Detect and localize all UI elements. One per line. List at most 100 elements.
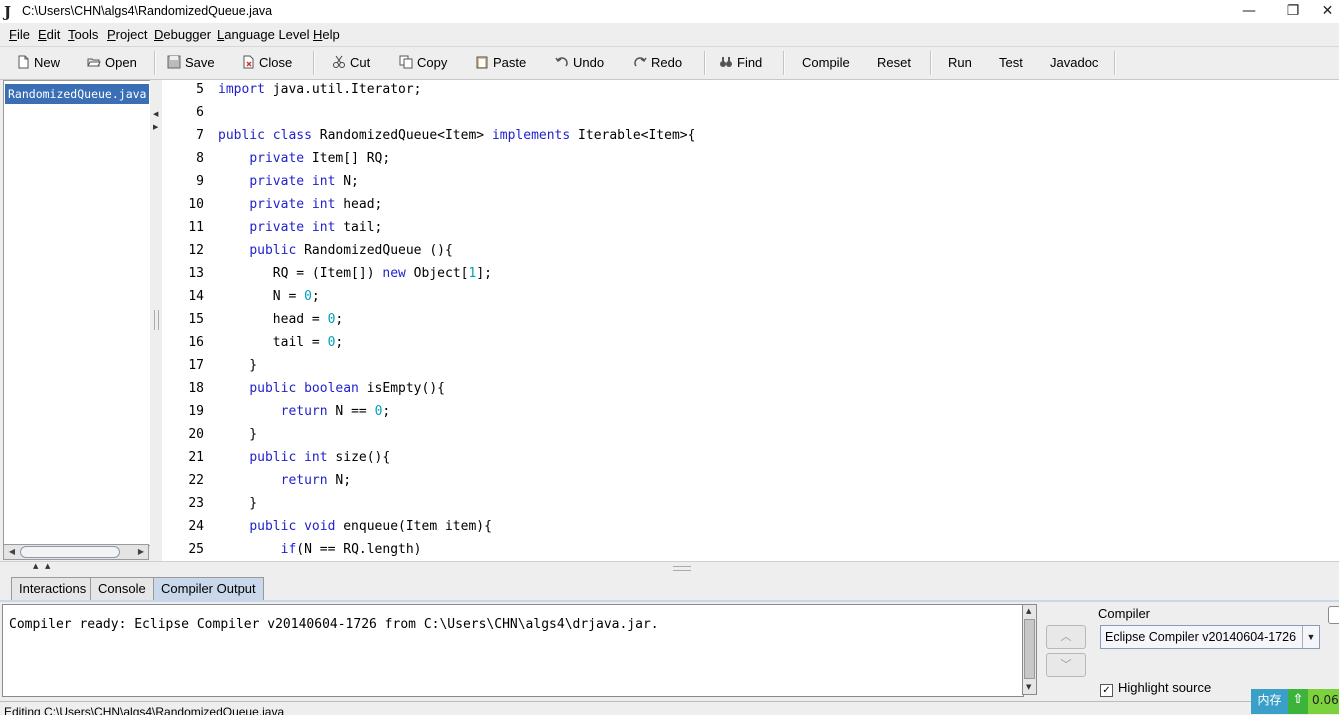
copy-icon [399, 55, 413, 69]
undo-button[interactable]: Undo [555, 53, 604, 73]
code-number: 0 [304, 289, 312, 304]
compiler-select-value: Eclipse Compiler v20140604-1726 [1105, 630, 1297, 644]
new-label: New [34, 55, 61, 70]
code-line: private int head; [218, 197, 382, 212]
cut-button[interactable]: Cut [332, 53, 370, 73]
line-number: 24 [188, 519, 204, 534]
compiler-select[interactable]: Eclipse Compiler v20140604-1726 ▼ [1100, 625, 1320, 649]
code-text: Item[] RQ; [304, 151, 391, 166]
line-number: 11 [188, 220, 204, 235]
scrollbar-thumb[interactable] [20, 546, 120, 558]
highlight-source-checkbox[interactable]: ✓ Highlight source [1100, 680, 1211, 697]
run-button[interactable]: Run [948, 53, 972, 73]
code-line: } [218, 496, 257, 511]
options-box[interactable] [1328, 606, 1339, 624]
highlight-source-label: Highlight source [1118, 680, 1212, 695]
tab-interactions[interactable]: Interactions [11, 577, 95, 601]
scroll-left-icon[interactable]: ◀ [5, 545, 19, 559]
close-label: Close [259, 55, 293, 70]
scrollbar-thumb[interactable] [1024, 619, 1035, 679]
maximize-button[interactable]: ❐ [1270, 0, 1316, 23]
expand-right-icon[interactable]: ▶ [153, 123, 158, 131]
code-keyword: public int [249, 450, 328, 465]
vertical-split-divider[interactable]: ◀ ▶ [150, 80, 161, 562]
code-text: N; [335, 174, 359, 189]
close-button[interactable]: Close [241, 53, 292, 73]
status-bar: Editing C:\Users\CHN\algs4\RandomizedQue… [0, 701, 1339, 715]
reset-button[interactable]: Reset [877, 53, 911, 73]
compiler-output-text: Compiler ready: Eclipse Compiler v201406… [9, 617, 659, 632]
redo-button[interactable]: Redo [633, 53, 682, 73]
close-window-button[interactable]: ✕ [1316, 0, 1339, 23]
code-line: public boolean isEmpty(){ [218, 381, 445, 396]
menu-debugger[interactable]: Debugger [154, 27, 211, 42]
compiler-output-pane[interactable]: Compiler ready: Eclipse Compiler v201406… [2, 604, 1024, 697]
code-text: RQ = (Item[]) [218, 266, 383, 281]
javadoc-button[interactable]: Javadoc [1050, 53, 1098, 73]
line-number: 21 [188, 450, 204, 465]
menu-edit[interactable]: Edit [38, 27, 60, 42]
undo-icon [555, 57, 568, 67]
code-text: ; [382, 404, 391, 419]
split-grip[interactable] [154, 310, 159, 330]
find-button[interactable]: Find [719, 53, 762, 73]
code-editor[interactable]: import java.util.Iterator; public class R… [212, 80, 1339, 561]
split-grip[interactable] [673, 566, 691, 571]
open-button[interactable]: Open [87, 53, 137, 73]
menu-language-level[interactable]: Language Level [217, 27, 310, 42]
save-button[interactable]: Save [167, 53, 215, 73]
document-list-item[interactable]: RandomizedQueue.java [5, 84, 149, 104]
tab-console[interactable]: Console [90, 577, 154, 601]
compiler-label: Compiler [1098, 606, 1151, 621]
next-error-button[interactable]: ﹀ [1046, 653, 1086, 677]
undo-label: Undo [573, 55, 605, 70]
memory-label[interactable]: 内存 [1251, 689, 1288, 714]
code-text: ; [311, 289, 320, 304]
line-number: 7 [196, 128, 204, 143]
document-list: RandomizedQueue.java [3, 80, 151, 546]
collapse-left-icon[interactable]: ◀ [153, 110, 158, 118]
chevron-up-icon: ︿ [1060, 630, 1072, 643]
previous-error-button[interactable]: ︿ [1046, 625, 1086, 649]
scroll-right-icon[interactable]: ▶ [134, 545, 148, 559]
collapse-down-icon[interactable]: ▲ [45, 562, 50, 570]
copy-button[interactable]: Copy [399, 53, 447, 73]
scroll-up-icon[interactable]: ▲ [1026, 607, 1031, 615]
code-line: import java.util.Iterator; [218, 82, 422, 97]
checkbox-checked-icon[interactable]: ✓ [1100, 684, 1113, 697]
tab-compiler-output[interactable]: Compiler Output [153, 577, 264, 601]
code-line: N = 0; [218, 289, 320, 304]
menu-tools[interactable]: Tools [68, 27, 98, 42]
horizontal-split-divider[interactable]: ▲ ▲ [0, 561, 1339, 576]
minimize-button[interactable]: — [1226, 0, 1272, 23]
new-button[interactable]: New [16, 53, 60, 73]
memory-value: 0.06 [1308, 689, 1339, 714]
code-text: RandomizedQueue (){ [296, 243, 453, 258]
code-text: enqueue(Item item){ [335, 519, 492, 534]
compile-button[interactable]: Compile [802, 53, 850, 73]
menu-file[interactable]: File [9, 27, 30, 42]
document-list-scrollbar[interactable]: ◀ ▶ [3, 544, 149, 560]
code-keyword: public boolean [249, 381, 359, 396]
dropdown-arrow-icon[interactable]: ▼ [1302, 626, 1319, 648]
code-text: ]; [476, 266, 492, 281]
scroll-down-icon[interactable]: ▼ [1026, 683, 1031, 691]
upload-arrow-icon: ⇧ [1288, 689, 1308, 714]
paste-button[interactable]: Paste [475, 53, 526, 73]
expand-up-icon[interactable]: ▲ [33, 562, 38, 570]
line-number: 25 [188, 542, 204, 557]
toolbar-separator [154, 51, 156, 75]
code-text: N; [327, 473, 352, 488]
line-number-gutter: 5 6 7 8 9 10 11 12 13 14 15 16 17 18 19 … [162, 80, 212, 561]
menu-help[interactable]: Help [313, 27, 340, 42]
save-label: Save [185, 55, 215, 70]
output-scrollbar[interactable]: ▲ ▼ [1022, 604, 1037, 695]
menu-project[interactable]: Project [107, 27, 147, 42]
copy-label: Copy [417, 55, 448, 70]
test-button[interactable]: Test [999, 53, 1023, 73]
redo-icon [634, 57, 647, 67]
code-text: tail = [218, 335, 328, 350]
